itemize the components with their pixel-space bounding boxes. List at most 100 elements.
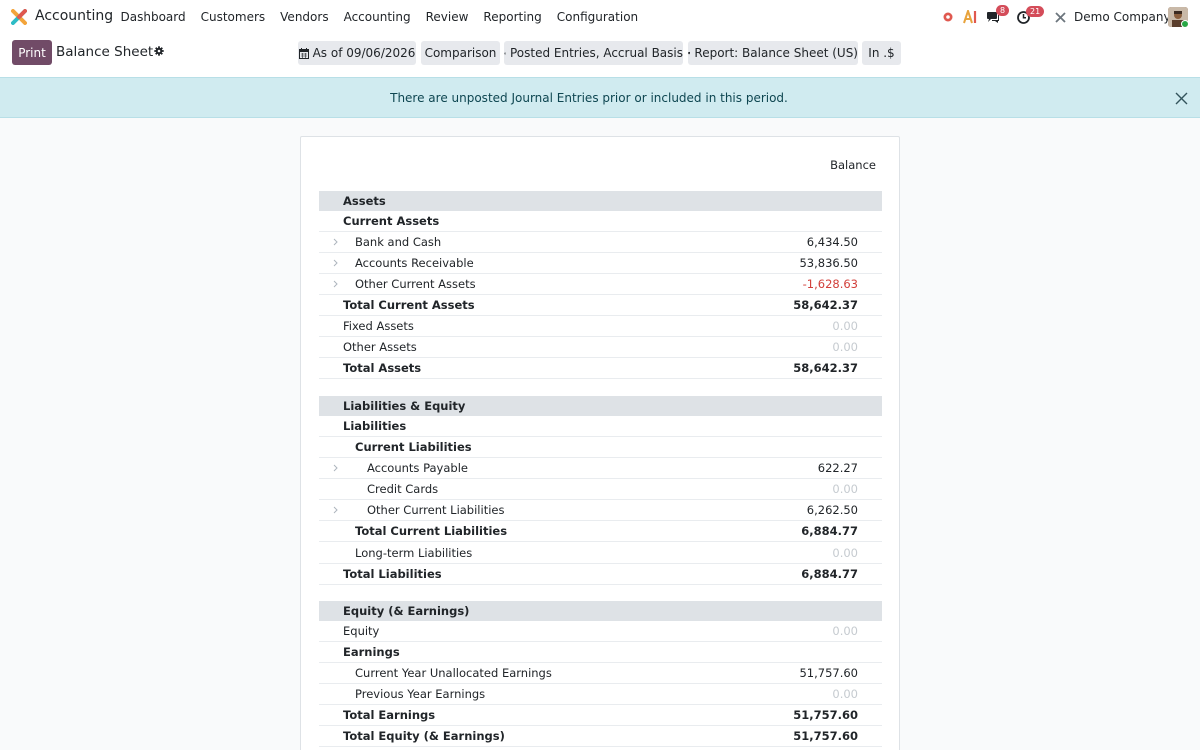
menu-vendors[interactable]: Vendors: [273, 10, 336, 24]
report-row-long-term-liabilities: Long-term Liabilities 0.00: [319, 543, 882, 564]
row-label: Assets: [343, 194, 386, 208]
row-value: 0.00: [832, 687, 858, 701]
row-label: Current Year Unallocated Earnings: [355, 666, 552, 680]
calendar-icon: [298, 47, 309, 59]
menu-dashboard[interactable]: Dashboard: [113, 10, 193, 24]
row-value: 6,884.77: [801, 567, 858, 581]
sliders-icon: [504, 52, 506, 54]
print-button[interactable]: Print: [12, 40, 52, 65]
report-row-equity: Equity 0.00: [319, 621, 882, 642]
menu-accounting[interactable]: Accounting: [336, 10, 418, 24]
currency-button[interactable]: In .$: [862, 41, 901, 65]
caret-right-icon[interactable]: [333, 464, 338, 472]
accounting-app-icon[interactable]: [11, 9, 27, 25]
report-row-total-current-liabilities: Total Current Liabilities 6,884.77: [319, 521, 882, 542]
row-value: 6,884.77: [801, 524, 858, 538]
row-label: Liabilities & Equity: [343, 399, 466, 413]
report-row-accounts-payable[interactable]: Accounts Payable 622.27: [319, 458, 882, 479]
date-filter-label: As of 09/06/2026: [312, 46, 416, 60]
row-value: 58,642.37: [793, 298, 858, 312]
clock-icon[interactable]: 21: [1017, 6, 1045, 24]
row-label: Current Assets: [343, 214, 440, 228]
row-value: 51,757.60: [793, 708, 858, 722]
row-label: Bank and Cash: [355, 235, 442, 249]
caret-right-icon[interactable]: [333, 238, 338, 246]
report-row-total-assets: Total Assets 58,642.37: [319, 358, 882, 379]
menu-configuration[interactable]: Configuration: [549, 10, 645, 24]
row-value: 0.00: [832, 546, 858, 560]
tools-icon[interactable]: [1054, 11, 1067, 24]
row-label: Equity (& Earnings): [343, 604, 470, 618]
balance-column-header: Balance: [830, 158, 876, 172]
row-label: Previous Year Earnings: [355, 687, 486, 701]
control-panel: Print Balance Sheet As of 09/06/2026 Com…: [0, 34, 1200, 77]
entries-filter-button[interactable]: Posted Entries, Accrual Basis: [504, 41, 683, 65]
entries-filter-label: Posted Entries, Accrual Basis: [509, 46, 683, 60]
row-label: Total Liabilities: [343, 567, 442, 581]
menu-review[interactable]: Review: [418, 10, 476, 24]
row-label: Current Liabilities: [355, 440, 472, 454]
date-filter-button[interactable]: As of 09/06/2026: [298, 41, 416, 65]
alert-message: There are unposted Journal Entries prior…: [390, 91, 788, 105]
report-row-other-current-assets[interactable]: Other Current Assets -1,628.63: [319, 274, 882, 295]
row-value[interactable]: -1,628.63: [803, 277, 858, 291]
row-label: Total Equity (& Earnings): [343, 729, 505, 743]
row-value[interactable]: 6,262.50: [807, 503, 858, 517]
row-value: 0.00: [832, 482, 858, 496]
report-row-earnings: Earnings: [319, 642, 882, 663]
row-value: 51,757.60: [793, 729, 858, 743]
row-label: Total Earnings: [343, 708, 436, 722]
comparison-button[interactable]: Comparison: [421, 41, 500, 65]
row-label: Total Current Liabilities: [355, 524, 508, 538]
row-value[interactable]: 6,434.50: [807, 235, 858, 249]
unposted-entries-alert: There are unposted Journal Entries prior…: [0, 77, 1200, 118]
user-avatar[interactable]: [1168, 7, 1188, 27]
report-row-accounts-receivable[interactable]: Accounts Receivable 53,836.50: [319, 253, 882, 274]
menu-customers[interactable]: Customers: [193, 10, 273, 24]
row-value: 51,757.60: [799, 666, 858, 680]
page-title: Balance Sheet: [56, 44, 154, 60]
report-variant-button[interactable]: Report: Balance Sheet (US): [688, 41, 858, 65]
report-row-total-liabilities: Total Liabilities 6,884.77: [319, 564, 882, 585]
report-row-fixed-assets: Fixed Assets 0.00: [319, 316, 882, 337]
row-label: Accounts Payable: [367, 461, 468, 475]
close-icon[interactable]: [1175, 92, 1188, 105]
report-row-other-current-liabilities[interactable]: Other Current Liabilities 6,262.50: [319, 500, 882, 521]
report-row-current-assets: Current Assets: [319, 211, 882, 232]
balance-sheet-report: Balance Assets Current Assets Bank and Cas…: [300, 136, 900, 750]
caret-right-icon[interactable]: [333, 280, 338, 288]
report-row-liabilities-equity: Liabilities & Equity: [319, 396, 882, 416]
caret-right-icon[interactable]: [333, 506, 338, 514]
online-status-dot: [1181, 20, 1188, 27]
main-menu: Dashboard Customers Vendors Accounting R…: [113, 0, 646, 34]
messages-badge: 8: [996, 5, 1010, 16]
report-row-assets: Assets: [319, 191, 882, 211]
report-row-previous-year-earnings: Previous Year Earnings 0.00: [319, 684, 882, 705]
gear-icon[interactable]: [154, 46, 164, 56]
report-row-current-liabilities: Current Liabilities: [319, 437, 882, 458]
row-label: Equity: [343, 624, 380, 638]
caret-right-icon[interactable]: [333, 259, 338, 267]
row-label: Fixed Assets: [343, 319, 414, 333]
top-navbar: Accounting Dashboard Customers Vendors A…: [0, 0, 1200, 34]
report-variant-label: Report: Balance Sheet (US): [694, 46, 858, 60]
menu-reporting[interactable]: Reporting: [476, 10, 549, 24]
currency-label: In .$: [868, 46, 895, 60]
row-value: 0.00: [832, 624, 858, 638]
row-label: Total Assets: [343, 361, 422, 375]
report-row-credit-cards: Credit Cards 0.00: [319, 479, 882, 500]
report-row-liabilities: Liabilities: [319, 416, 882, 437]
report-row-bank-and-cash[interactable]: Bank and Cash 6,434.50: [319, 232, 882, 253]
report-row-equity-earnings: Equity (& Earnings): [319, 601, 882, 621]
row-value[interactable]: 622.27: [818, 461, 858, 475]
app-name[interactable]: Accounting: [35, 8, 113, 24]
ai-icon[interactable]: [963, 10, 979, 24]
row-label: Other Current Liabilities: [367, 503, 505, 517]
book-icon: [688, 51, 691, 55]
report-row-current-year-unallocated-earnings: Current Year Unallocated Earnings 51,757.…: [319, 663, 882, 684]
company-switcher[interactable]: Demo Company: [1074, 10, 1171, 24]
row-value: 0.00: [832, 340, 858, 354]
chat-icon[interactable]: 8: [986, 5, 1010, 24]
record-icon[interactable]: [943, 12, 953, 22]
row-value[interactable]: 53,836.50: [799, 256, 858, 270]
